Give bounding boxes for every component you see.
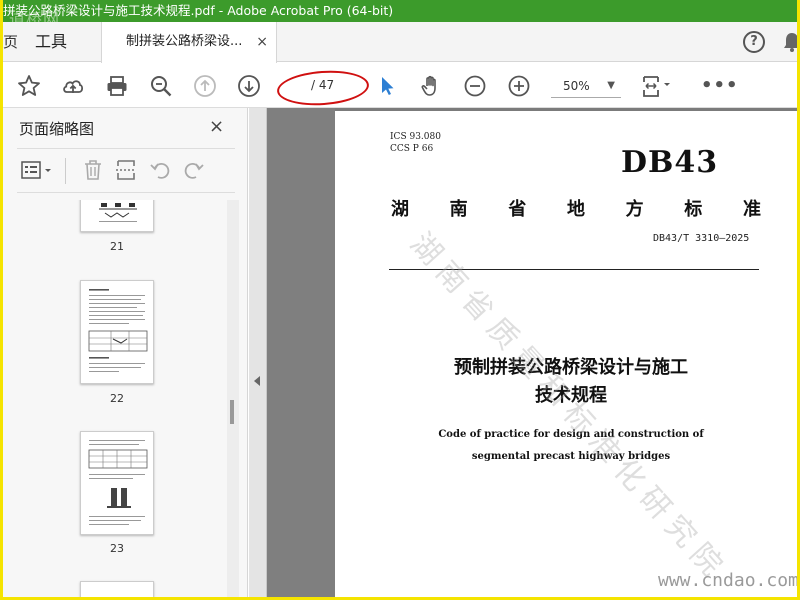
standard-code: DB43	[621, 145, 719, 180]
thumbnail-label: 23	[110, 542, 124, 555]
province-char: 湖	[391, 199, 409, 220]
trash-icon[interactable]	[83, 159, 103, 181]
title-line: segmental precast highway bridges	[471, 451, 671, 462]
divider	[17, 192, 235, 193]
zoom-value: 50%	[563, 79, 590, 93]
thumbnail-page-next[interactable]	[80, 581, 154, 597]
upload-icon[interactable]	[59, 72, 87, 100]
province-char: 准	[742, 199, 761, 220]
province-char: 南	[449, 199, 468, 220]
tab-close-icon[interactable]: ×	[256, 22, 268, 62]
tab-tools[interactable]: 工具	[35, 22, 67, 62]
zoom-search-icon[interactable]	[147, 72, 175, 100]
ccs-code: CCS P 66	[390, 144, 434, 154]
rotate-right-icon[interactable]	[183, 159, 205, 181]
tab-document-label: 制拼装公路桥梁设...	[126, 34, 243, 49]
app-window: 拼装公路桥梁设计与施工技术规程.pdf - Adobe Acrobat Pro …	[3, 0, 797, 597]
panel-close-icon[interactable]: ×	[209, 116, 224, 137]
divider	[65, 158, 66, 184]
province-char: 标	[684, 199, 703, 220]
thumbnail-label: 22	[110, 392, 124, 405]
site-watermark: www.cndao.com	[658, 570, 797, 591]
page-up-icon[interactable]	[191, 72, 219, 100]
classification-codes: ICS 93.080 CCS P 66	[390, 131, 441, 155]
chevron-down-icon: ▼	[607, 80, 615, 91]
ics-code: ICS 93.080	[390, 132, 441, 142]
options-menu-icon[interactable]	[21, 160, 55, 182]
standard-type: 湖 南 省 地 方 标 准	[391, 195, 761, 221]
province-char: 方	[625, 199, 644, 220]
zoom-select[interactable]: 50% ▼	[551, 74, 621, 98]
tab-document[interactable]: 制拼装公路桥梁设... ×	[101, 22, 277, 63]
thumbnail-page-21[interactable]	[80, 200, 154, 232]
star-icon[interactable]	[15, 72, 43, 100]
insert-page-icon[interactable]	[115, 159, 137, 181]
help-icon[interactable]: ?	[743, 31, 765, 53]
pdf-page: ICS 93.080 CCS P 66 DB43 湖 南 省 地 方 标 准 D…	[335, 111, 797, 597]
standard-number: DB43/T 3310—2025	[653, 233, 750, 244]
page-layout-icon[interactable]	[639, 72, 675, 100]
province-char: 省	[508, 199, 527, 220]
select-arrow-icon[interactable]	[373, 72, 401, 100]
thumbnail-list: 21 22 23	[3, 200, 239, 597]
thumbnails-panel: 页面缩略图 × 21 22 23	[3, 108, 248, 597]
document-view: ICS 93.080 CCS P 66 DB43 湖 南 省 地 方 标 准 D…	[249, 108, 797, 597]
print-icon[interactable]	[103, 72, 131, 100]
page-gutter	[267, 108, 335, 597]
annotation-circle	[275, 67, 371, 109]
main-toolbar: / 47 50% ▼ •••	[3, 63, 797, 109]
collapse-arrow-icon[interactable]	[254, 376, 260, 386]
thumbnail-page-22[interactable]	[80, 280, 154, 384]
scrollbar-thumb[interactable]	[230, 400, 234, 424]
divider	[17, 148, 235, 149]
tab-bar: 页 工具 制拼装公路桥梁设... × ?	[3, 22, 797, 63]
page-down-icon[interactable]	[235, 72, 263, 100]
thumbnail-page-23[interactable]	[80, 431, 154, 535]
thumbnail-scrollbar[interactable]	[227, 200, 239, 597]
zoom-in-icon[interactable]	[505, 72, 533, 100]
tab-home[interactable]: 页	[3, 22, 18, 62]
province-char: 地	[566, 199, 585, 220]
window-title: 拼装公路桥梁设计与施工技术规程.pdf - Adobe Acrobat Pro …	[3, 3, 394, 18]
window-title-bar: 拼装公路桥梁设计与施工技术规程.pdf - Adobe Acrobat Pro …	[3, 0, 797, 22]
rotate-left-icon[interactable]	[149, 159, 171, 181]
hand-icon[interactable]	[417, 72, 445, 100]
more-icon[interactable]: •••	[701, 75, 739, 96]
panel-collapse-strip[interactable]	[249, 108, 267, 597]
thumbnail-label: 21	[110, 240, 124, 253]
zoom-out-icon[interactable]	[461, 72, 489, 100]
bell-icon[interactable]	[783, 32, 797, 52]
panel-title: 页面缩略图	[19, 120, 95, 138]
panel-toolbar	[17, 156, 237, 186]
